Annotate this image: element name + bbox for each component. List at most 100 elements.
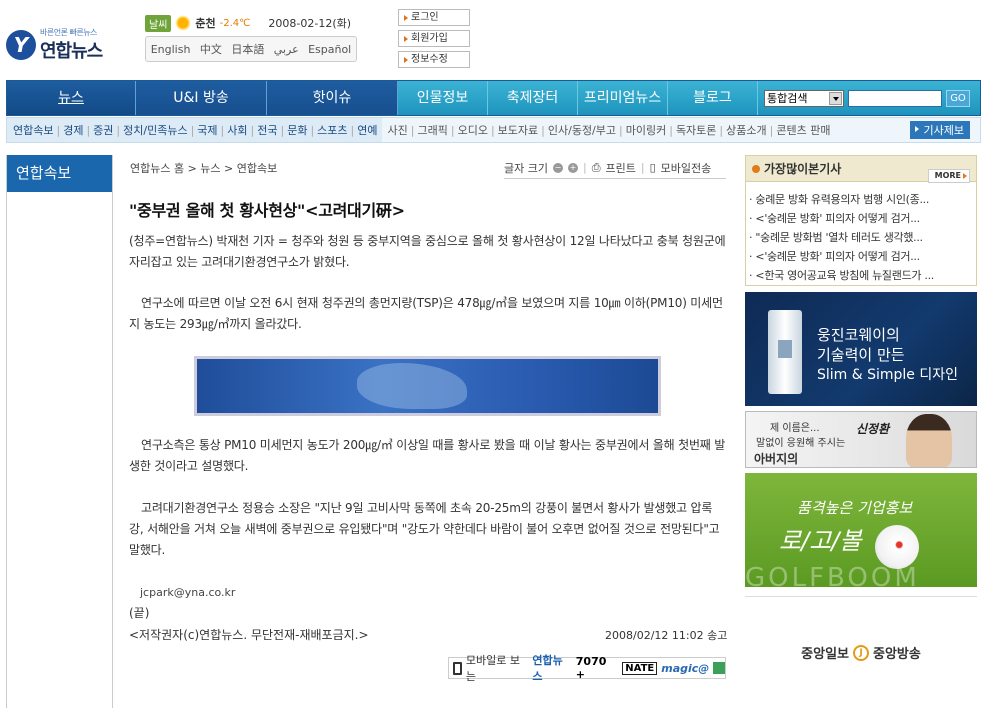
golf-ad-bg-text: GOLFBOOM xyxy=(745,563,920,587)
font-decrease-icon[interactable]: − xyxy=(552,162,563,173)
sub-nav: 연합속보 | 경제 | 증권 | 정치/민족뉴스 | 국제 | 사회 | 전국 | 문화 | 스… xyxy=(6,117,981,143)
search-go-button[interactable]: GO xyxy=(946,89,970,107)
join-button[interactable]: 회원가입 xyxy=(398,30,470,47)
nav-uni-broadcast[interactable]: U&I 방송 xyxy=(136,81,267,115)
joongang-broadcast-label: 중앙방송 xyxy=(873,647,921,662)
subnav-item[interactable]: 증권 xyxy=(91,122,115,138)
subnav-item[interactable]: 연예 xyxy=(355,122,379,138)
lang-spanish[interactable]: Español xyxy=(308,43,351,56)
coway-ad-line3: Slim & Simple 디자인 xyxy=(817,367,959,383)
logo-mark: Y xyxy=(6,30,36,60)
subnav-item[interactable]: 상품소개 xyxy=(724,122,768,138)
most-viewed-title: 가장많이본기사 xyxy=(764,162,842,176)
search-scope-select[interactable]: 통합검색 xyxy=(764,89,844,107)
sidebar-title[interactable]: 연합속보 xyxy=(7,155,112,192)
subnav-item[interactable]: 인사/동정/부고 xyxy=(546,122,618,138)
subnav-item[interactable]: 스포츠 xyxy=(315,122,349,138)
nav-people[interactable]: 인물정보 xyxy=(398,81,488,115)
nav-premium-news[interactable]: 프리미엄뉴스 xyxy=(578,81,668,115)
login-button[interactable]: 로그인 xyxy=(398,9,470,26)
list-item[interactable]: · <한국 영어공교육 방침에 뉴질랜드가 ... xyxy=(749,266,976,285)
main-nav: 뉴스 U&I 방송 핫이슈 인물정보 축제장터 프리미엄뉴스 블로그 통합검색 … xyxy=(6,80,981,116)
account-links: 로그인 회원가입 정보수정 xyxy=(398,9,470,72)
father-ad-line1: 제 이름은... xyxy=(770,423,820,434)
article-end: (끝) xyxy=(129,606,150,620)
father-ad-line3: 아버지의 xyxy=(754,452,799,466)
coway-ad[interactable]: 웅진코웨이의 기술력이 만든 Slim & Simple 디자인 xyxy=(745,292,977,406)
site-logo[interactable]: Y 바른언론 빠른뉴스 연합뉴스 xyxy=(6,24,116,64)
weather-badge[interactable]: 날씨 xyxy=(145,14,172,32)
left-sidebar: 연합속보 xyxy=(6,155,113,708)
weather-widget: 날씨 춘천 -2.4℃ 2008-02-12(화) xyxy=(145,14,351,32)
nav-blog[interactable]: 블로그 xyxy=(668,81,758,115)
search-bar: 통합검색 GO xyxy=(758,81,980,115)
signature: 신정환 xyxy=(856,422,890,436)
golfball-ad[interactable]: 품격높은 기업홍보 로/고/볼 GOLFBOOM xyxy=(745,473,977,587)
joongang-ad[interactable]: 중앙일보 J 중앙방송 xyxy=(745,596,977,708)
mobile-icon: ▯ xyxy=(649,161,656,174)
list-item[interactable]: · <'숭례문 방화' 피의자 어떻게 검거... xyxy=(749,209,976,228)
subnav-item[interactable]: 정치/민족뉴스 xyxy=(121,122,189,138)
subnav-item[interactable]: 마이링커 xyxy=(624,122,668,138)
sub-nav-sections: 연합속보 | 경제 | 증권 | 정치/민족뉴스 | 국제 | 사회 | 전국 | 문화 | 스… xyxy=(7,118,382,142)
father-ad-line2: 말없이 응원해 주시는 xyxy=(756,438,846,449)
subnav-item[interactable]: 독자토론 xyxy=(674,122,718,138)
subnav-item[interactable]: 그래픽 xyxy=(415,122,449,138)
news-report-button[interactable]: 기사제보 xyxy=(909,121,970,139)
subnav-item[interactable]: 콘텐츠 판매 xyxy=(774,122,832,138)
search-input[interactable] xyxy=(848,89,942,107)
subnav-item[interactable]: 오디오 xyxy=(456,122,490,138)
printer-icon: ⎙ xyxy=(591,160,601,174)
banner-graphic xyxy=(357,363,467,409)
print-button[interactable]: 프린트 xyxy=(606,160,636,176)
subnav-item[interactable]: 문화 xyxy=(285,122,309,138)
more-button[interactable]: MORE xyxy=(927,169,970,183)
nav-news[interactable]: 뉴스 xyxy=(7,81,136,115)
person-photo xyxy=(906,414,952,467)
subnav-item[interactable]: 연합속보 xyxy=(11,122,55,138)
ez-icon xyxy=(713,662,725,674)
current-date: 2008-02-12(화) xyxy=(268,17,352,30)
coway-ad-line2: 기술력이 만든 xyxy=(817,346,905,364)
mobile-brand: 연합뉴스 xyxy=(532,654,563,683)
list-item[interactable]: · "숭례문 방화범 '열차 테러도 생각했... xyxy=(749,228,976,247)
most-viewed-header: 가장많이본기사 MORE xyxy=(746,156,976,183)
article-paragraph: 연구소측은 통상 PM10 미세먼지 농도가 200㎍/㎥ 이상일 때를 황사로… xyxy=(129,438,726,473)
subnav-item[interactable]: 경제 xyxy=(61,122,85,138)
mobile-service-banner[interactable]: 모바일로 보는 연합뉴스 7070 + NATE magic@ xyxy=(448,654,726,683)
golf-ad-line2: 로/고/볼 xyxy=(779,527,862,555)
article-headline: "중부권 올해 첫 황사현상"<고려대기硏> xyxy=(129,201,405,220)
subnav-item[interactable]: 사회 xyxy=(225,122,249,138)
lang-japanese[interactable]: 日本語 xyxy=(231,41,264,57)
lang-chinese[interactable]: 中文 xyxy=(200,41,222,57)
lang-arabic[interactable]: عربي xyxy=(274,43,299,56)
coway-ad-line1: 웅진코웨이의 xyxy=(817,326,900,344)
bullet-icon xyxy=(752,165,760,173)
list-item[interactable]: · <'숭례문 방화' 피의자 어떻게 검거... xyxy=(749,247,976,266)
font-increase-icon[interactable]: + xyxy=(567,162,578,173)
nav-hot-issue[interactable]: 핫이슈 xyxy=(267,81,398,115)
breadcrumb[interactable]: 연합뉴스 홈 > 뉴스 > 연합속보 xyxy=(130,160,277,176)
mobile-send-button[interactable]: 모바일전송 xyxy=(661,160,712,176)
article-banner-ad[interactable] xyxy=(194,356,661,416)
lang-english[interactable]: English xyxy=(151,43,191,56)
list-item[interactable]: · 숭례문 방화 유력용의자 범행 시인(종... xyxy=(749,190,976,209)
nate-logo: NATE xyxy=(622,661,658,675)
article-paragraph: 연구소에 따르면 이날 오전 6시 현재 청주권의 총먼지량(TSP)은 478… xyxy=(129,296,723,331)
chevron-down-icon xyxy=(829,91,842,105)
golf-ad-line1: 품격높은 기업홍보 xyxy=(797,499,913,517)
joongang-ilbo-label: 중앙일보 xyxy=(801,647,849,662)
edit-info-button[interactable]: 정보수정 xyxy=(398,51,470,68)
font-size-label: 글자 크기 xyxy=(504,161,548,175)
subnav-item[interactable]: 전국 xyxy=(255,122,279,138)
reporter-email[interactable]: jcpark@yna.co.kr xyxy=(140,586,235,599)
mobile-number: 7070 + xyxy=(575,655,607,681)
search-scope-value: 통합검색 xyxy=(767,91,808,105)
subnav-item[interactable]: 사진 xyxy=(386,122,410,138)
nav-festival[interactable]: 축제장터 xyxy=(488,81,578,115)
subnav-item[interactable]: 보도자료 xyxy=(496,122,540,138)
father-ad[interactable]: 제 이름은... 말없이 응원해 주시는 아버지의 신정환 xyxy=(745,411,977,468)
magicn-logo: magic@ xyxy=(661,661,710,675)
joongang-logo-icon: J xyxy=(853,644,869,661)
subnav-item[interactable]: 국제 xyxy=(195,122,219,138)
